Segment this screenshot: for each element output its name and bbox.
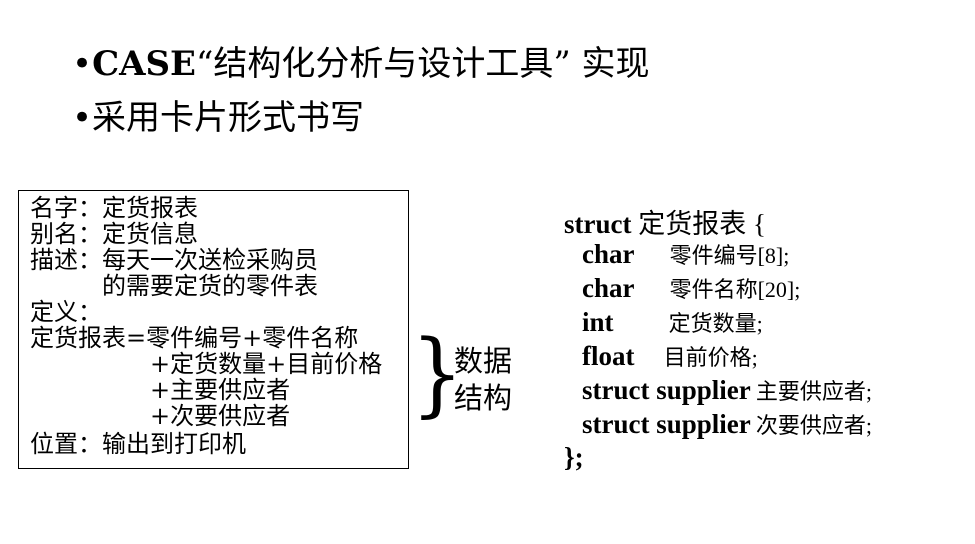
code-keyword: int <box>582 307 614 337</box>
code-keyword: }; <box>564 442 584 472</box>
card-line-desc-cont: 的需要定货的零件表 <box>30 272 318 300</box>
code-text: 定货数量; <box>668 311 763 336</box>
bullet-case-tool: •CASE“结构化分析与设计工具” 实现 <box>72 44 650 84</box>
code-line-int: int 定货数量; <box>582 306 763 338</box>
code-keyword: struct supplier <box>582 409 751 439</box>
card-line-def-3: +主要供应者 <box>30 376 291 404</box>
code-line-struct-close: }; <box>564 442 584 473</box>
code-keyword: struct supplier <box>582 375 751 405</box>
card-line-def-2: +定货数量+目前价格 <box>30 350 383 378</box>
code-keyword: struct <box>564 209 632 239</box>
code-text: 零件名称[20]; <box>669 277 801 302</box>
code-text: 零件编号[8]; <box>669 243 790 268</box>
card-line-location: 位置：输出到打印机 <box>30 430 246 458</box>
code-text: 定货报表 { <box>631 209 766 239</box>
card-line-def-1: 定货报表=零件编号+零件名称 <box>30 324 359 352</box>
code-line-supplier-1: struct supplier 主要供应者; <box>582 374 872 406</box>
card-line-def: 定义： <box>30 298 102 326</box>
data-dictionary-card: 名字：定货报表 别名：定货信息 描述：每天一次送检采购员 的需要定货的零件表 定… <box>18 190 409 469</box>
card-line-alias: 别名：定货信息 <box>30 220 198 248</box>
code-line-char-1: char 零件编号[8]; <box>582 238 789 270</box>
code-text: 目前价格; <box>663 345 758 370</box>
code-keyword: char <box>582 273 635 303</box>
bullet-case-bold: CASE <box>92 44 196 84</box>
code-keyword: char <box>582 239 635 269</box>
bullet-dot: • <box>72 44 93 84</box>
code-line-struct-open: struct 定货报表 { <box>564 202 766 241</box>
bullet-card-form: •采用卡片形式书写 <box>72 98 365 138</box>
side-label-line2: 结构 <box>454 381 513 415</box>
card-line-def-4: +次要供应者 <box>30 402 291 430</box>
code-line-float: float 目前价格; <box>582 340 758 372</box>
code-line-char-2: char 零件名称[20]; <box>582 272 800 304</box>
code-text: 主要供应者; <box>755 379 872 404</box>
code-line-supplier-2: struct supplier 次要供应者; <box>582 408 872 440</box>
side-label-line1: 数据 <box>454 344 513 378</box>
card-line-name: 名字：定货报表 <box>30 194 198 222</box>
card-line-desc: 描述：每天一次送检采购员 <box>30 246 318 274</box>
code-keyword: float <box>582 341 635 371</box>
code-text: 次要供应者; <box>755 413 872 438</box>
bullet-case-text: “结构化分析与设计工具” 实现 <box>195 44 650 84</box>
